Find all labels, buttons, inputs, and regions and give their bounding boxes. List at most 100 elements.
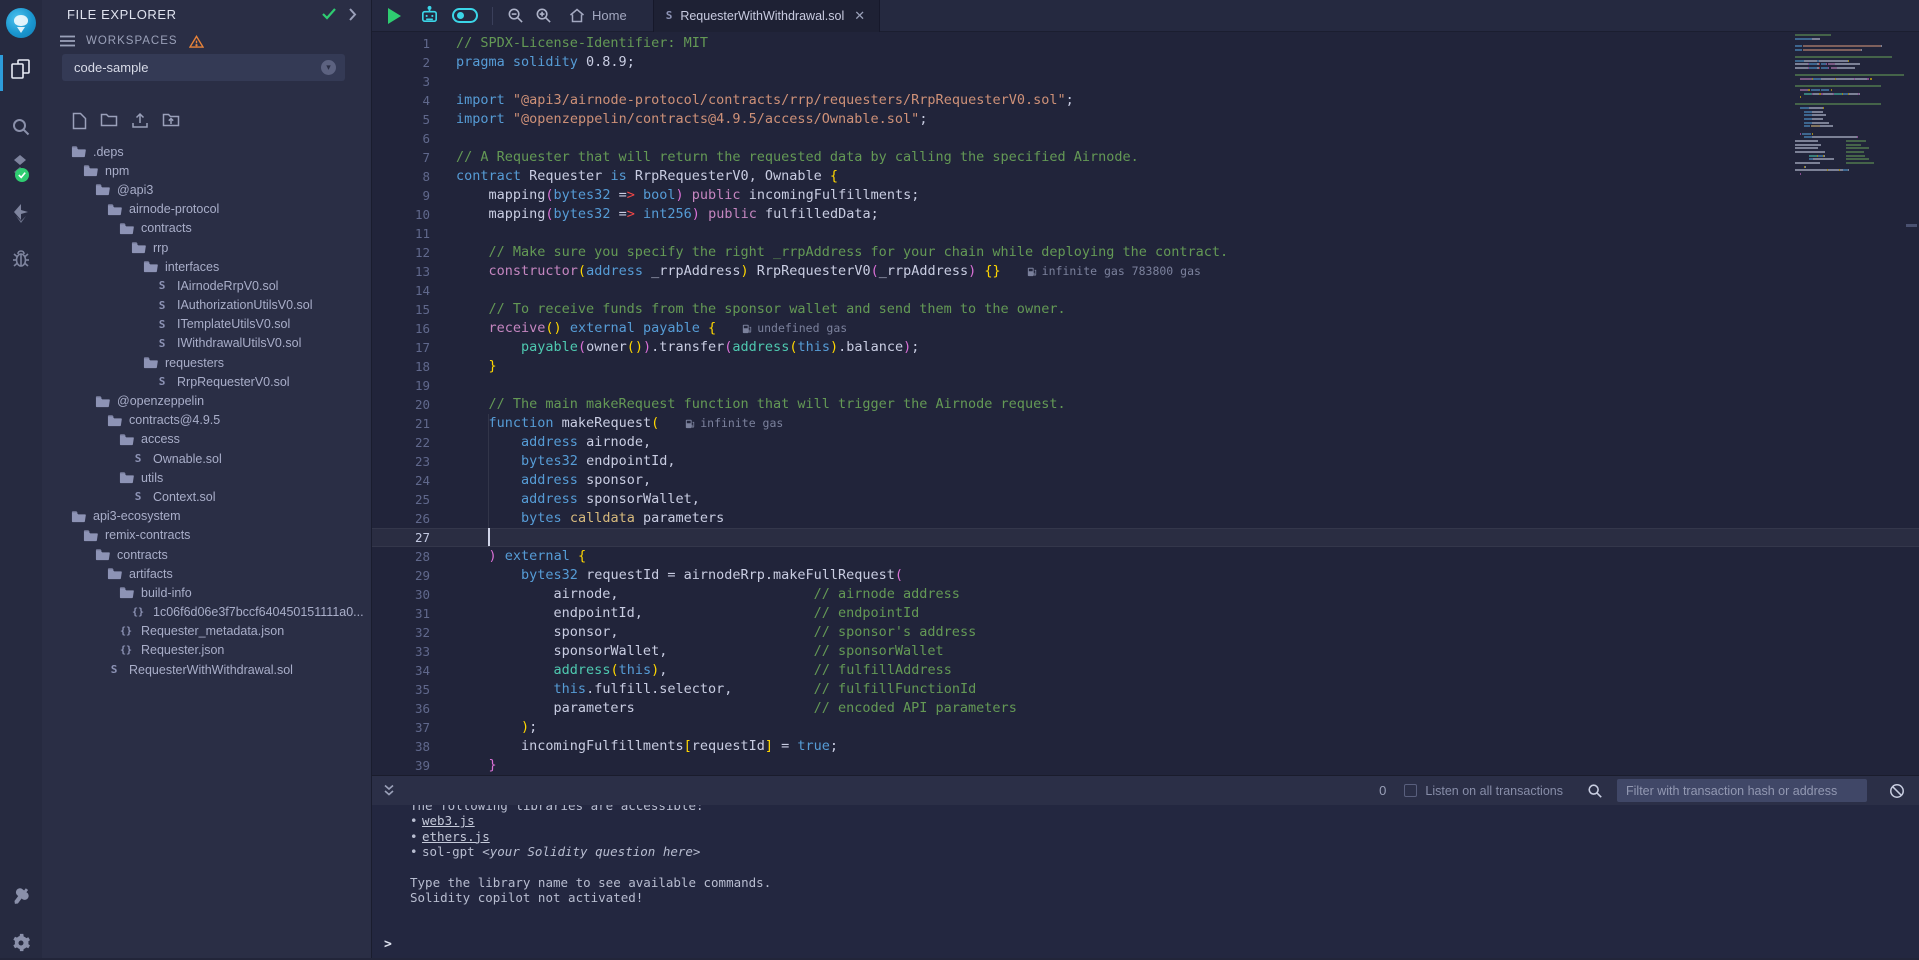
workspaces-menu-icon[interactable] <box>60 35 75 47</box>
transaction-filter-input[interactable] <box>1617 779 1867 802</box>
code-line-9[interactable]: 9 mapping(bytes32 => bool) public incomi… <box>372 186 1919 205</box>
tree-item-context-sol[interactable]: SContext.sol <box>42 487 371 506</box>
tree-item-interfaces[interactable]: interfaces <box>42 257 371 276</box>
tree-item-ownable-sol[interactable]: SOwnable.sol <box>42 449 371 468</box>
code-line-4[interactable]: 4import "@api3/airnode-protocol/contract… <box>372 91 1919 110</box>
editor-scrollbar[interactable] <box>1906 224 1917 227</box>
tree-item-contracts-4-9-5[interactable]: contracts@4.9.5 <box>42 411 371 430</box>
code-line-21[interactable]: 21 function makeRequest(infinite gas <box>372 414 1919 433</box>
tree-item--openzeppelin[interactable]: @openzeppelin <box>42 391 371 410</box>
tree-item-contracts[interactable]: contracts <box>42 545 371 564</box>
terminal-link-ethers-js[interactable]: ethers.js <box>422 829 490 844</box>
tree-item-iauthorizationutilsv0-sol[interactable]: SIAuthorizationUtilsV0.sol <box>42 296 371 315</box>
code-line-14[interactable]: 14 <box>372 281 1919 300</box>
solidity-compiler-icon[interactable] <box>0 150 42 184</box>
code-line-36[interactable]: 36 parameters // encoded API parameters <box>372 699 1919 718</box>
clear-console-icon[interactable] <box>1889 783 1905 799</box>
code-line-29[interactable]: 29 bytes32 requestId = airnodeRrp.makeFu… <box>372 566 1919 585</box>
code-line-24[interactable]: 24 address sponsor, <box>372 471 1919 490</box>
workspace-ok-icon[interactable] <box>322 8 336 20</box>
tree-item-iairnoderrpv0-sol[interactable]: SIAirnodeRrpV0.sol <box>42 276 371 295</box>
file-explorer-icon[interactable] <box>0 52 42 86</box>
terminal-search-icon[interactable] <box>1587 783 1603 799</box>
code-line-32[interactable]: 32 sponsor, // sponsor's address <box>372 623 1919 642</box>
tab-close-icon[interactable]: ✕ <box>852 8 867 24</box>
code-line-5[interactable]: 5import "@openzeppelin/contracts@4.9.5/a… <box>372 110 1919 129</box>
terminal-link-web3-js[interactable]: web3.js <box>422 813 475 828</box>
tree-item-iwithdrawalutilsv0-sol[interactable]: SIWithdrawalUtilsV0.sol <box>42 334 371 353</box>
copilot-toggle[interactable] <box>446 0 484 32</box>
tree-item-itemplateutilsv0-sol[interactable]: SITemplateUtilsV0.sol <box>42 315 371 334</box>
tree-item-1c06f6d06e3f7bccf640450151111a0-[interactable]: {}1c06f6d06e3f7bccf640450151111a0... <box>42 603 371 622</box>
search-icon[interactable] <box>0 110 42 144</box>
tree-item-requesters[interactable]: requesters <box>42 353 371 372</box>
tree-item-api3-ecosystem[interactable]: api3-ecosystem <box>42 507 371 526</box>
workspace-select[interactable]: code-sample ▾ <box>62 54 345 81</box>
code-line-30[interactable]: 30 airnode, // airnode address <box>372 585 1919 604</box>
terminal-collapse-icon[interactable] <box>383 784 395 797</box>
code-line-28[interactable]: 28 ) external { <box>372 547 1919 566</box>
zoom-in-icon[interactable] <box>529 0 557 32</box>
code-line-31[interactable]: 31 endpointId, // endpointId <box>372 604 1919 623</box>
code-line-10[interactable]: 10 mapping(bytes32 => int256) public ful… <box>372 205 1919 224</box>
code-line-3[interactable]: 3 <box>372 72 1919 91</box>
code-line-20[interactable]: 20 // The main makeRequest function that… <box>372 395 1919 414</box>
debugger-icon[interactable] <box>0 242 42 276</box>
tree-item-requester-json[interactable]: {}Requester.json <box>42 641 371 660</box>
panel-expand-chevron-icon[interactable] <box>348 8 357 21</box>
listen-transactions-checkbox[interactable] <box>1404 784 1417 797</box>
code-line-12[interactable]: 12 // Make sure you specify the right _r… <box>372 243 1919 262</box>
tab-home[interactable]: Home <box>557 8 639 23</box>
code-line-19[interactable]: 19 <box>372 376 1919 395</box>
tab-requesterwithwithdrawal[interactable]: S RequesterWithWithdrawal.sol ✕ <box>653 0 880 32</box>
code-line-23[interactable]: 23 bytes32 endpointId, <box>372 452 1919 471</box>
new-folder-icon[interactable] <box>100 112 118 135</box>
minimap[interactable] <box>1795 34 1905 177</box>
tree-item--api3[interactable]: @api3 <box>42 180 371 199</box>
code-line-13[interactable]: 13 constructor(address _rrpAddress) RrpR… <box>372 262 1919 281</box>
tree-item-access[interactable]: access <box>42 430 371 449</box>
tree-item-rrp[interactable]: rrp <box>42 238 371 257</box>
code-line-38[interactable]: 38 incomingFulfillments[requestId] = tru… <box>372 737 1919 756</box>
tree-item-utils[interactable]: utils <box>42 468 371 487</box>
code-line-1[interactable]: 1// SPDX-License-Identifier: MIT <box>372 34 1919 53</box>
code-line-37[interactable]: 37 ); <box>372 718 1919 737</box>
code-line-34[interactable]: 34 address(this), // fulfillAddress <box>372 661 1919 680</box>
code-line-2[interactable]: 2pragma solidity 0.8.9; <box>372 53 1919 72</box>
tree-item-requesterwithwithdrawal-sol[interactable]: SRequesterWithWithdrawal.sol <box>42 660 371 679</box>
code-line-11[interactable]: 11 <box>372 224 1919 243</box>
tree-item-npm[interactable]: npm <box>42 161 371 180</box>
ai-copilot-icon[interactable] <box>412 0 446 32</box>
settings-gear-icon[interactable] <box>0 926 42 960</box>
tree-item-contracts[interactable]: contracts <box>42 219 371 238</box>
code-line-6[interactable]: 6 <box>372 129 1919 148</box>
upload-file-icon[interactable] <box>131 112 149 135</box>
new-file-icon[interactable] <box>72 112 87 135</box>
code-line-17[interactable]: 17 payable(owner()).transfer(address(thi… <box>372 338 1919 357</box>
code-editor[interactable]: 1// SPDX-License-Identifier: MIT2pragma … <box>372 32 1919 775</box>
terminal[interactable]: The following libraries are accessible:•… <box>372 805 1919 958</box>
tree-item-requester-metadata-json[interactable]: {}Requester_metadata.json <box>42 622 371 641</box>
code-line-16[interactable]: 16 receive() external payable {undefined… <box>372 319 1919 338</box>
zoom-out-icon[interactable] <box>501 0 529 32</box>
code-line-25[interactable]: 25 address sponsorWallet, <box>372 490 1919 509</box>
tree-item--deps[interactable]: .deps <box>42 142 371 161</box>
terminal-prompt[interactable]: > <box>384 937 392 952</box>
code-line-18[interactable]: 18 } <box>372 357 1919 376</box>
tree-item-remix-contracts[interactable]: remix-contracts <box>42 526 371 545</box>
code-line-15[interactable]: 15 // To receive funds from the sponsor … <box>372 300 1919 319</box>
code-line-8[interactable]: 8contract Requester is RrpRequesterV0, O… <box>372 167 1919 186</box>
code-line-26[interactable]: 26 bytes calldata parameters <box>372 509 1919 528</box>
run-script-button[interactable] <box>376 0 412 32</box>
tree-item-rrprequesterv0-sol[interactable]: SRrpRequesterV0.sol <box>42 372 371 391</box>
plugin-manager-icon[interactable] <box>0 880 42 914</box>
code-line-7[interactable]: 7// A Requester that will return the req… <box>372 148 1919 167</box>
code-line-39[interactable]: 39 } <box>372 756 1919 775</box>
tree-item-artifacts[interactable]: artifacts <box>42 564 371 583</box>
tree-item-airnode-protocol[interactable]: airnode-protocol <box>42 200 371 219</box>
code-line-33[interactable]: 33 sponsorWallet, // sponsorWallet <box>372 642 1919 661</box>
code-line-35[interactable]: 35 this.fulfill.selector, // fulfillFunc… <box>372 680 1919 699</box>
tree-item-build-info[interactable]: build-info <box>42 583 371 602</box>
upload-folder-icon[interactable] <box>162 112 180 135</box>
workspace-warning-icon[interactable] <box>189 35 204 48</box>
